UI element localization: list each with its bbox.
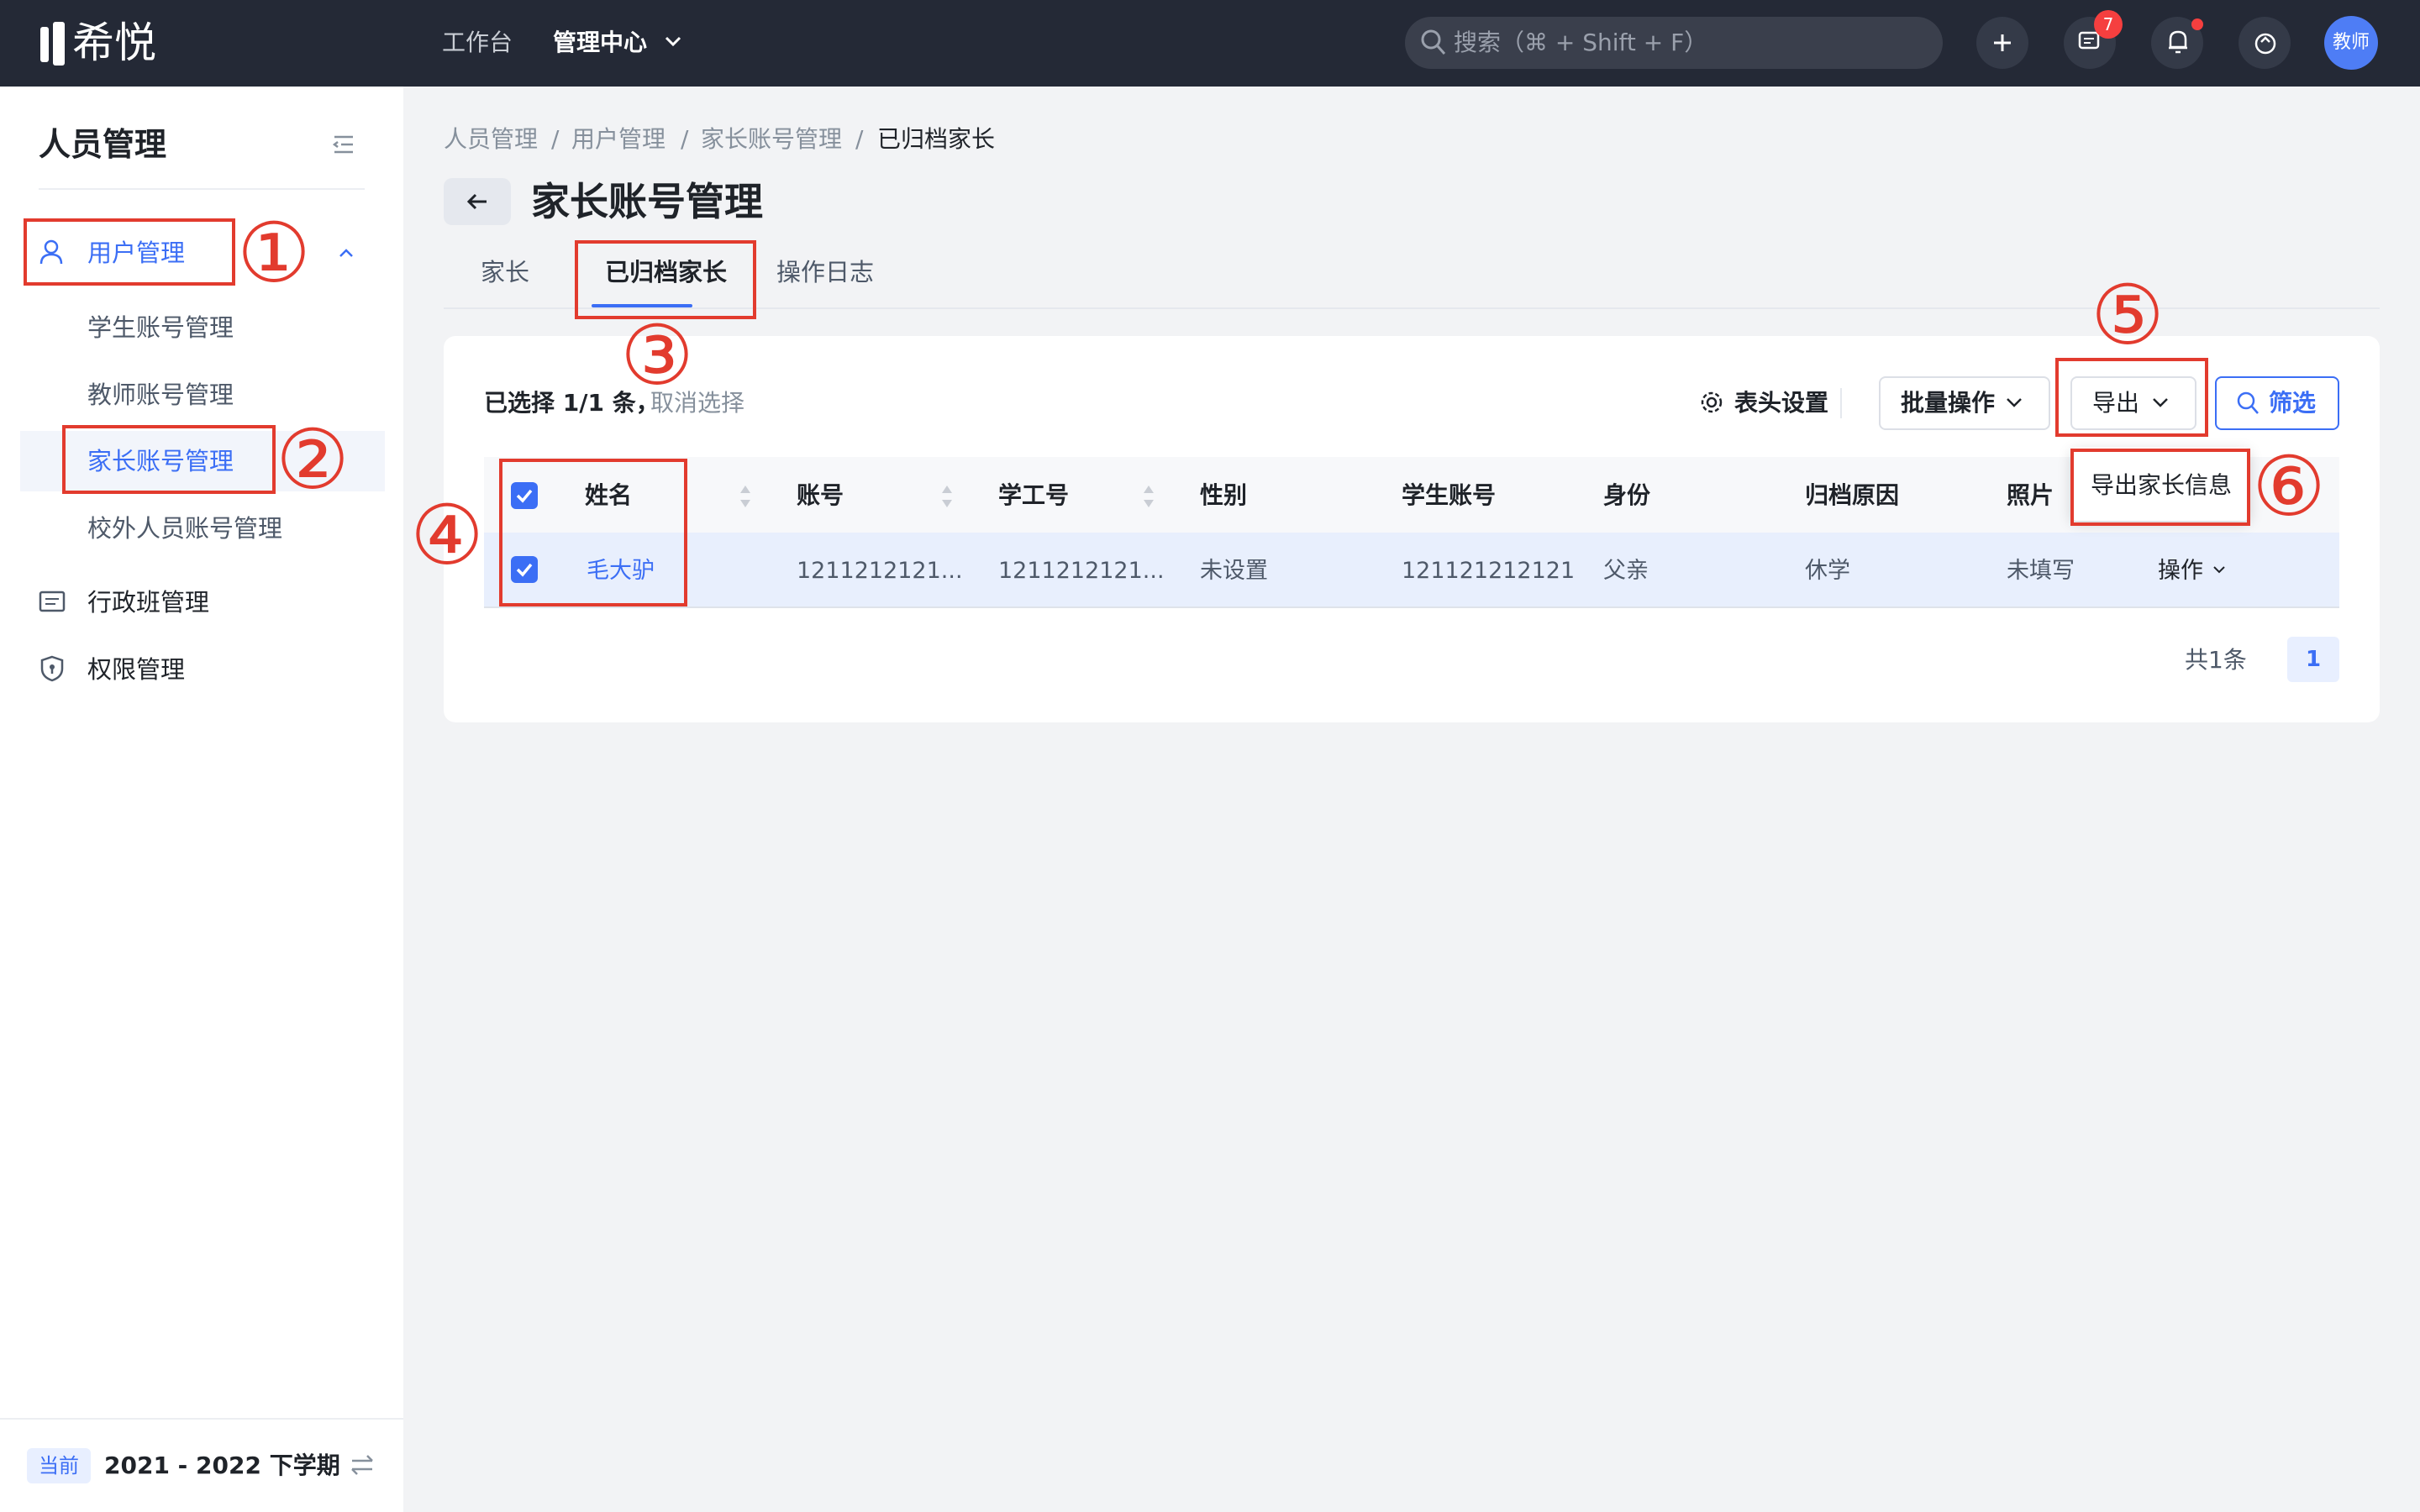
column-header-archive-reason: 归档原因: [1805, 481, 1900, 509]
current-term-tag: 当前: [27, 1448, 91, 1483]
row-archive-reason: 休学: [1805, 558, 1850, 584]
arrow-left-icon: [466, 193, 487, 210]
breadcrumb-users[interactable]: 用户管理: [571, 123, 666, 156]
row-divider: [484, 606, 2339, 608]
annotation-box-1: [24, 218, 235, 286]
breadcrumb-separator: /: [551, 125, 560, 153]
row-identity: 父亲: [1603, 558, 1649, 584]
logo-icon[interactable]: [40, 22, 66, 66]
avatar[interactable]: 教师: [2324, 16, 2378, 70]
row-gender: 未设置: [1200, 558, 1268, 584]
batch-operation-label: 批量操作: [1901, 389, 1996, 417]
shield-icon: [40, 655, 64, 682]
header-settings-button[interactable]: 表头设置: [1734, 386, 1828, 420]
top-bar: [0, 0, 2420, 87]
breadcrumb-current: 已归档家长: [877, 125, 996, 153]
column-header-student-account: 学生账号: [1402, 481, 1497, 509]
page-title: 家长账号管理: [531, 179, 763, 224]
breadcrumb-separator: /: [855, 125, 864, 153]
tab-parents[interactable]: 家长: [481, 255, 529, 289]
search-placeholder: 搜索（⌘ + Shift + F）: [1454, 29, 1708, 56]
current-term: 2021 - 2022 下学期: [104, 1452, 340, 1479]
row-account: 1211212121...: [797, 558, 963, 584]
plus-icon: [1994, 34, 2011, 51]
breadcrumb-people[interactable]: 人员管理: [444, 123, 538, 156]
column-header-staff-no[interactable]: 学工号: [998, 479, 1069, 512]
sort-icon[interactable]: [1143, 484, 1155, 509]
column-header-identity: 身份: [1603, 481, 1651, 509]
message-count-badge: 7: [2094, 10, 2123, 39]
page-1-button[interactable]: 1: [2287, 637, 2339, 682]
bell-icon: [2169, 30, 2187, 54]
sidebar-item-admin-class[interactable]: 行政班管理: [87, 585, 209, 619]
sort-icon[interactable]: [941, 484, 953, 509]
sort-icon[interactable]: [739, 484, 751, 509]
annotation-box-3: [575, 240, 756, 319]
column-header-photo: 照片: [2007, 481, 2054, 509]
annotation-number-5: ⑤: [2091, 268, 2165, 364]
sidebar-item-external-accounts[interactable]: 校外人员账号管理: [87, 512, 282, 545]
annotation-number-1: ①: [237, 206, 311, 302]
class-list-icon: [39, 591, 66, 612]
row-action-dropdown[interactable]: 操作: [2158, 554, 2203, 588]
sidebar-item-teacher-accounts[interactable]: 教师账号管理: [87, 378, 234, 412]
nav-workbench[interactable]: 工作台: [442, 25, 513, 60]
annotation-number-2: ②: [276, 412, 350, 508]
notification-dot: [2191, 18, 2203, 30]
row-staff-no: 1211212121...: [998, 558, 1165, 584]
toolbar-divider: [1840, 388, 1842, 418]
annotation-number-3: ③: [620, 308, 694, 404]
breadcrumb-parent-accounts[interactable]: 家长账号管理: [701, 123, 842, 156]
annotation-box-5: [2055, 358, 2208, 437]
annotation-box-4: [499, 459, 687, 606]
pagination-total: 共1条: [2185, 646, 2247, 674]
filter-label: 筛选: [2269, 389, 2317, 417]
nav-management[interactable]: 管理中心: [553, 25, 647, 60]
sidebar-divider: [39, 188, 365, 190]
column-header-account[interactable]: 账号: [797, 479, 844, 512]
swap-circle-icon: [2254, 33, 2276, 55]
search-icon: [1421, 29, 1446, 55]
annotation-number-6: ⑥: [2252, 439, 2326, 535]
sidebar-item-student-accounts[interactable]: 学生账号管理: [87, 311, 234, 344]
annotation-number-4: ④: [410, 488, 484, 584]
search-icon: [2237, 391, 2259, 414]
row-student-account: 121121212121: [1402, 558, 1576, 584]
breadcrumb-separator: /: [681, 125, 689, 153]
switch-term-icon[interactable]: [350, 1453, 375, 1477]
chevron-down-icon[interactable]: [2212, 564, 2227, 576]
annotation-box-6: [2070, 449, 2250, 526]
sidebar-footer-divider: [0, 1418, 403, 1420]
gear-icon: [1701, 391, 1723, 413]
annotation-box-2: [62, 425, 276, 494]
collapse-sidebar-icon[interactable]: [333, 134, 355, 155]
sidebar-item-permissions[interactable]: 权限管理: [87, 653, 185, 686]
chevron-down-icon[interactable]: [664, 35, 682, 49]
tab-operation-log[interactable]: 操作日志: [776, 255, 874, 289]
sidebar-title: 人员管理: [39, 126, 167, 163]
chevron-up-icon[interactable]: [338, 247, 355, 259]
row-photo: 未填写: [2007, 558, 2075, 584]
chevron-down-icon: [2007, 398, 2022, 407]
logo-text[interactable]: 希悦: [72, 17, 156, 69]
sidebar: [0, 87, 403, 1512]
column-header-gender: 性别: [1200, 481, 1248, 509]
